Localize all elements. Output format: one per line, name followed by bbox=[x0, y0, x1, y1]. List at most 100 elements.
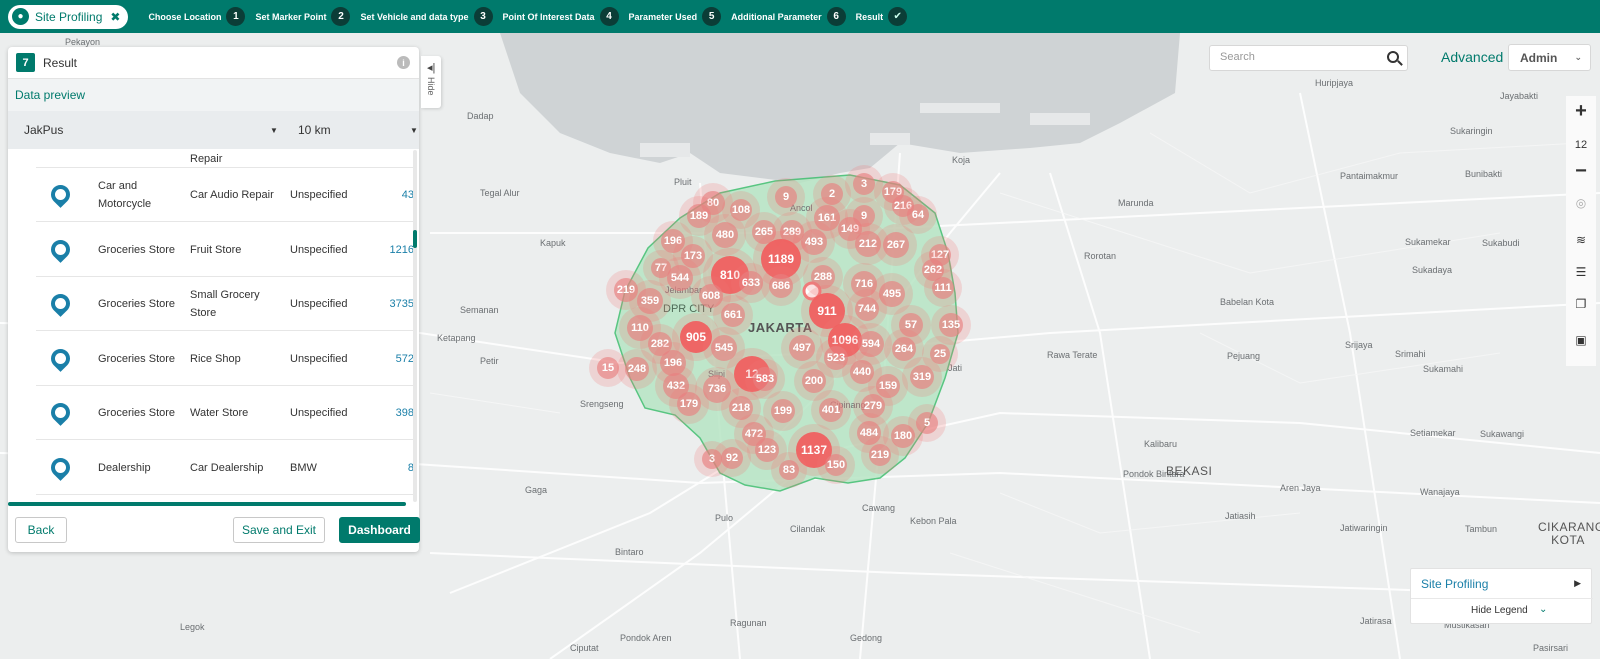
poi-cluster-marker[interactable]: 319 bbox=[910, 365, 934, 389]
poi-cluster-marker[interactable]: 583 bbox=[753, 367, 777, 391]
poi-cluster-marker[interactable]: 92 bbox=[721, 447, 743, 469]
map-place-label: Srimahi bbox=[1395, 349, 1426, 359]
search-icon[interactable] bbox=[1387, 51, 1399, 63]
table-row[interactable]: Car and Motorcycle Car Audio Repair Unspec… bbox=[36, 168, 416, 222]
horizontal-scrollbar[interactable] bbox=[8, 502, 406, 506]
map-place-label: Pantaimakmur bbox=[1340, 171, 1399, 181]
chevron-down-icon: ⌄ bbox=[1539, 604, 1548, 615]
folder-icon[interactable]: ▣ bbox=[1566, 333, 1596, 347]
radius-value: 10 km bbox=[298, 123, 331, 137]
close-icon[interactable]: ✖ bbox=[110, 10, 120, 24]
map-place-label: Kalibaru bbox=[1144, 439, 1178, 449]
locate-icon[interactable]: ◎ bbox=[1566, 196, 1596, 210]
poi-cluster-marker[interactable]: 15 bbox=[597, 357, 619, 379]
poi-cluster-marker[interactable]: 9 bbox=[775, 186, 797, 208]
map-place-label: Bunibakti bbox=[1465, 169, 1503, 179]
table-row[interactable]: Groceries Store Fruit Store Unspecified 121… bbox=[36, 223, 416, 277]
hide-label: Hide bbox=[426, 77, 436, 96]
poi-cluster-marker[interactable]: 135 bbox=[939, 313, 963, 337]
poi-cluster-marker[interactable]: 497 bbox=[789, 335, 815, 361]
user-menu[interactable]: Admin ⌄ bbox=[1508, 44, 1591, 71]
poi-cluster-marker[interactable]: 150 bbox=[825, 454, 847, 476]
location-select[interactable]: JakPus ▼ bbox=[24, 111, 284, 149]
table-cell-category: Groceries Store bbox=[98, 352, 176, 365]
poi-cluster-marker[interactable]: 83 bbox=[779, 460, 799, 480]
table-cell-category: Groceries Store bbox=[98, 407, 176, 419]
poi-cluster-marker[interactable]: 264 bbox=[892, 337, 916, 361]
chevron-right-icon[interactable]: ▶ bbox=[1574, 578, 1581, 589]
zoom-in-icon[interactable]: + bbox=[1566, 100, 1596, 123]
table-cell-subcategory: Small Grocery Store bbox=[190, 289, 260, 319]
panel-title: Result bbox=[43, 55, 78, 70]
poi-cluster-marker[interactable]: 544 bbox=[667, 265, 693, 291]
map-place-label: Rorotan bbox=[1084, 251, 1117, 261]
table-row[interactable]: Groceries Store Water Store Unspecified 398 bbox=[36, 386, 416, 440]
map-place-label: Ragunan bbox=[730, 618, 767, 628]
poi-cluster-marker[interactable]: 5 bbox=[916, 412, 938, 434]
poi-cluster-marker[interactable]: 686 bbox=[769, 274, 793, 298]
step-label: Parameter Used bbox=[628, 11, 698, 22]
back-button[interactable]: Back bbox=[15, 517, 67, 543]
app-tab[interactable]: ● Site Profiling ✖ bbox=[8, 4, 129, 29]
table-cell-count[interactable]: 8 bbox=[366, 441, 414, 495]
step-item[interactable]: Additional Parameter 6 bbox=[731, 7, 846, 26]
poi-cluster-marker[interactable]: 111 bbox=[932, 277, 954, 299]
table-cell-count[interactable]: 398 bbox=[366, 386, 414, 440]
poi-cluster-marker[interactable]: 64 bbox=[907, 204, 929, 226]
step-item[interactable]: Parameter Used 5 bbox=[629, 7, 722, 26]
poi-cluster-marker[interactable]: 480 bbox=[712, 222, 738, 248]
table-cell-brand: Unspecified bbox=[290, 352, 348, 365]
map-controls: + 12 − ◎ ≋ ☰ ❐ ▣ bbox=[1566, 96, 1596, 366]
map-place-label: Cilandak bbox=[790, 524, 826, 534]
poi-cluster-marker[interactable]: 267 bbox=[883, 232, 909, 258]
poi-cluster-marker[interactable]: 179 bbox=[677, 392, 701, 416]
poi-cluster-marker[interactable]: 200 bbox=[802, 369, 826, 393]
map-area-label: BEKASI bbox=[1166, 464, 1213, 478]
poi-cluster-marker[interactable]: 3 bbox=[853, 173, 875, 195]
step-item[interactable]: Set Marker Point 2 bbox=[255, 7, 351, 26]
sliders-icon[interactable]: ☰ bbox=[1566, 265, 1596, 279]
table-row[interactable]: Dealership Car Dealership BMW 8 bbox=[36, 441, 416, 495]
hide-panel-toggle[interactable]: ◂| Hide bbox=[421, 56, 441, 108]
poi-cluster-marker[interactable]: 199 bbox=[771, 399, 795, 423]
step-item[interactable]: Set Vehicle and data type 3 bbox=[360, 7, 493, 26]
save-exit-button[interactable]: Save and Exit bbox=[233, 517, 325, 543]
map-place-label: Ketapang bbox=[437, 333, 476, 343]
table-cell-count[interactable]: 3735 bbox=[366, 277, 414, 331]
poi-cluster-marker[interactable]: 219 bbox=[869, 444, 891, 466]
table-cell-count[interactable]: 43 bbox=[366, 168, 414, 222]
table-cell-brand: Unspecified bbox=[290, 298, 348, 310]
poi-cluster-marker[interactable]: 633 bbox=[739, 271, 763, 295]
info-icon[interactable]: i bbox=[397, 56, 410, 69]
step-item[interactable]: Point Of Interest Data 4 bbox=[503, 7, 619, 26]
hide-legend-button[interactable]: Hide Legend bbox=[1471, 605, 1528, 616]
step-list: Choose Location 1 Set Marker Point 2 Set Veh… bbox=[148, 7, 917, 26]
search-input[interactable] bbox=[1220, 51, 1380, 63]
layers-icon[interactable]: ≋ bbox=[1566, 233, 1596, 247]
poi-cluster-marker[interactable]: 661 bbox=[721, 303, 745, 327]
table-cell-count[interactable]: 1216 bbox=[366, 223, 414, 277]
table-row[interactable]: Groceries Store Small Grocery Store Unspec… bbox=[36, 277, 416, 331]
poi-cluster-marker[interactable]: 248 bbox=[625, 357, 649, 381]
table-scrollbar[interactable] bbox=[413, 150, 417, 502]
map-place-label: Gaga bbox=[525, 485, 548, 495]
poi-cluster-marker[interactable]: 401 bbox=[819, 398, 843, 422]
table-cell-count[interactable]: 572 bbox=[366, 332, 414, 386]
table-cell-brand: Unspecified bbox=[290, 243, 348, 256]
step-label: Choose Location bbox=[148, 11, 222, 22]
chevron-down-icon: ▼ bbox=[270, 125, 278, 135]
poi-cluster-marker[interactable]: 744 bbox=[855, 297, 879, 321]
scrollbar-thumb[interactable] bbox=[413, 230, 417, 248]
windows-icon[interactable]: ❐ bbox=[1566, 297, 1596, 311]
map-place-label: Petir bbox=[480, 356, 499, 366]
dashboard-button[interactable]: Dashboard bbox=[339, 517, 420, 543]
zoom-out-icon[interactable]: − bbox=[1566, 160, 1596, 183]
radius-select[interactable]: 10 km ▼ bbox=[298, 111, 418, 149]
map-place-label: Marunda bbox=[1118, 198, 1154, 208]
poi-table: Repair Car and Motorcycle Car Audio Repai… bbox=[8, 150, 419, 502]
map-place-label: Gedong bbox=[850, 633, 883, 643]
advanced-link[interactable]: Advanced bbox=[1441, 49, 1503, 65]
step-item[interactable]: Result ✔ bbox=[856, 7, 908, 26]
table-row[interactable]: Groceries Store Rice Shop Unspecified 572 bbox=[36, 332, 416, 386]
step-item[interactable]: Choose Location 1 bbox=[148, 7, 246, 26]
